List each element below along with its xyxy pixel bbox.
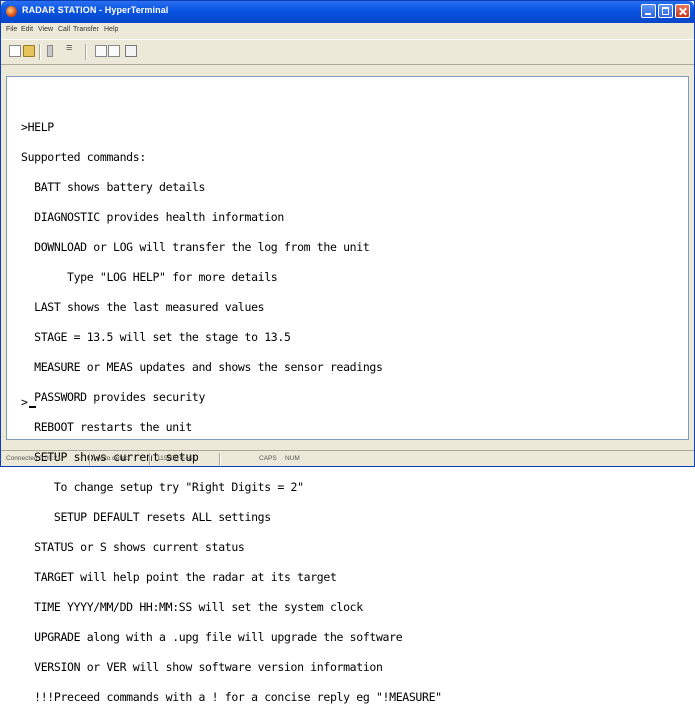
- menu-bar: File Edit View Call Transfer Help: [1, 24, 694, 38]
- call-icon[interactable]: [65, 42, 77, 57]
- menu-view[interactable]: View: [38, 26, 53, 33]
- window-title: RADAR STATION - HyperTerminal: [22, 5, 169, 15]
- title-bar[interactable]: RADAR STATION - HyperTerminal: [1, 1, 694, 23]
- menu-edit[interactable]: Edit: [21, 26, 33, 33]
- menu-call[interactable]: Call: [58, 26, 70, 33]
- port-settings: 115200 8-N-1: [157, 455, 197, 462]
- terminal-line: STAGE = 13.5 will set the stage to 13.5: [21, 330, 291, 344]
- caps-indicator: CAPS: [259, 455, 277, 462]
- terminal-line: DOWNLOAD or LOG will transfer the log fr…: [21, 240, 370, 254]
- disconnect-icon[interactable]: [47, 45, 53, 57]
- toolbar: [1, 39, 694, 65]
- terminal-line: Type "LOG HELP" for more details: [21, 270, 278, 284]
- hyperterminal-icon[interactable]: [6, 6, 17, 17]
- maximize-button[interactable]: [658, 4, 673, 18]
- terminal-output: >HELP Supported commands: BATT shows bat…: [21, 102, 442, 722]
- terminal-line: STATUS or S shows current status: [21, 540, 245, 554]
- num-indicator: NUM: [285, 455, 300, 462]
- terminal-line: To change setup try "Right Digits = 2": [21, 480, 304, 494]
- menu-help[interactable]: Help: [104, 26, 118, 33]
- terminal-line: !!!Preceed commands with a ! for a conci…: [21, 690, 442, 704]
- open-icon[interactable]: [23, 45, 35, 57]
- terminal-line: Supported commands:: [21, 150, 146, 164]
- status-bar: Connected 0:00:21 Auto detect 115200 8-N…: [1, 450, 694, 468]
- status-divider: [149, 453, 151, 465]
- toolbar-divider: [39, 44, 41, 60]
- status-divider: [219, 453, 221, 465]
- terminal-prompt[interactable]: >: [21, 395, 36, 409]
- detect-status: Auto detect: [97, 455, 130, 462]
- properties-icon[interactable]: [125, 45, 137, 57]
- terminal-line: TARGET will help point the radar at its …: [21, 570, 337, 584]
- send-icon[interactable]: [95, 45, 107, 57]
- toolbar-divider: [85, 44, 87, 60]
- connection-status: Connected 0:00:21: [6, 455, 61, 462]
- terminal-line: MEASURE or MEAS updates and shows the se…: [21, 360, 383, 374]
- menu-file[interactable]: File: [6, 26, 17, 33]
- hyperterminal-window: RADAR STATION - HyperTerminal File Edit …: [0, 0, 695, 703]
- menu-transfer[interactable]: Transfer: [73, 26, 99, 33]
- terminal-area[interactable]: >HELP Supported commands: BATT shows bat…: [6, 76, 689, 703]
- prompt-symbol: >: [21, 395, 28, 409]
- text-cursor: [28, 406, 36, 408]
- terminal-screen[interactable]: >HELP Supported commands: BATT shows bat…: [7, 77, 688, 703]
- terminal-line: BATT shows battery details: [21, 180, 206, 194]
- terminal-line: DIAGNOSTIC provides health information: [21, 210, 284, 224]
- terminal-line: TIME YYYY/MM/DD HH:MM:SS will set the sy…: [21, 600, 363, 614]
- terminal-line: SETUP DEFAULT resets ALL settings: [21, 510, 271, 524]
- minimize-button[interactable]: [641, 4, 656, 18]
- terminal-line: >HELP: [21, 120, 54, 134]
- status-divider: [89, 453, 91, 465]
- close-button[interactable]: [675, 4, 690, 18]
- terminal-line: UPGRADE along with a .upg file will upgr…: [21, 630, 403, 644]
- terminal-line: VERSION or VER will show software versio…: [21, 660, 383, 674]
- terminal-line: REBOOT restarts the unit: [21, 420, 192, 434]
- receive-icon[interactable]: [108, 45, 120, 57]
- new-icon[interactable]: [9, 45, 21, 57]
- terminal-line: PASSWORD provides security: [21, 390, 206, 404]
- terminal-line: LAST shows the last measured values: [21, 300, 265, 314]
